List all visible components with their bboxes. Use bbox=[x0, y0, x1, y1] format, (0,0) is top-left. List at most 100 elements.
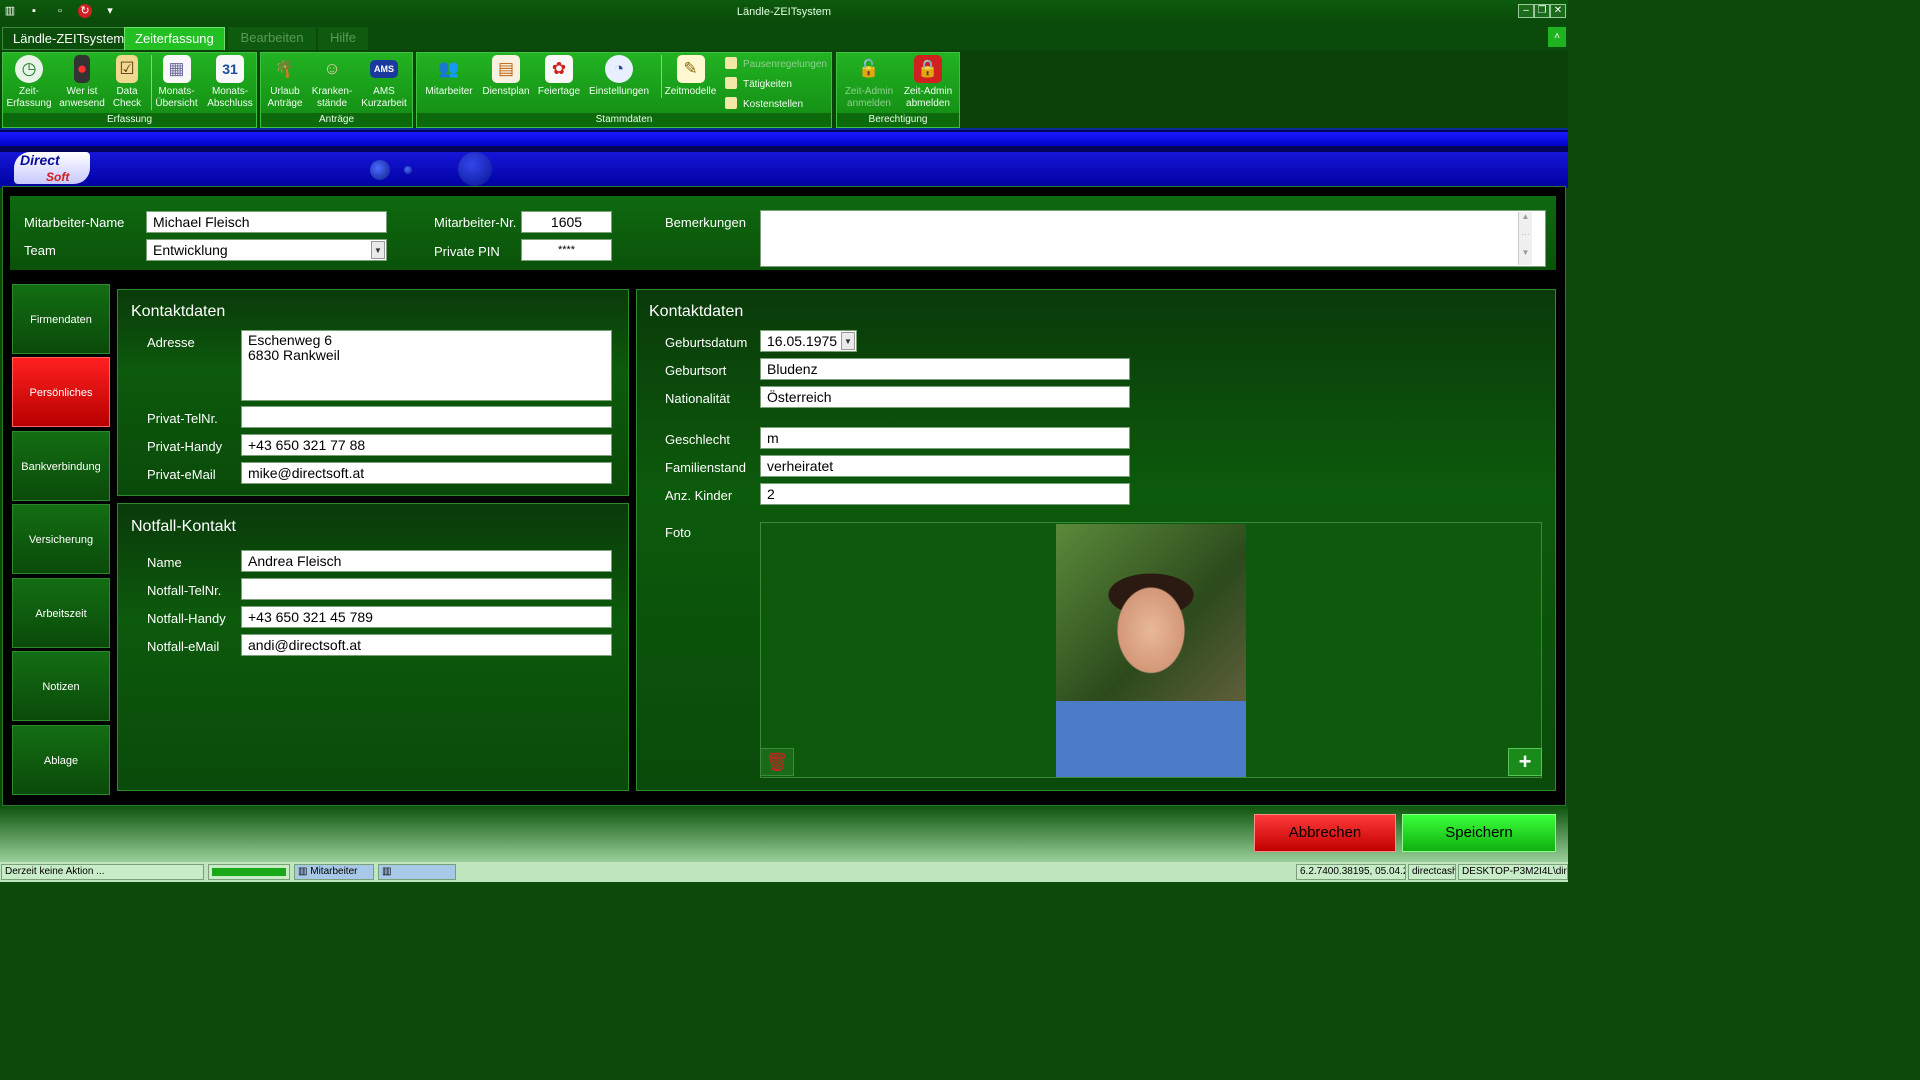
status-db: directcash bbox=[1408, 864, 1456, 880]
mitarbeiter-label: Mitarbeiter bbox=[425, 86, 473, 97]
dienstplan-button[interactable]: ▤ Dienstplan bbox=[479, 55, 533, 98]
urlaub-antraege-label-2: Anträge bbox=[267, 98, 303, 109]
nav-ablage[interactable]: Ablage bbox=[12, 725, 110, 795]
remarks-scrollbar[interactable]: ▲ ··· ▼ bbox=[1518, 212, 1532, 265]
children-count-input[interactable]: 2 bbox=[760, 483, 1130, 505]
ribbon: ◷ Zeit- Erfassung ● Wer ist anwesend ☑ D… bbox=[0, 50, 1568, 128]
chevron-down-icon[interactable]: ▼ bbox=[371, 241, 385, 259]
zeit-erfassung-button[interactable]: ◷ Zeit- Erfassung bbox=[5, 55, 53, 110]
taetigkeiten-label: Tätigkeiten bbox=[743, 79, 792, 90]
title-bar: ▥ ▪ ▫ ↻ ▾ Ländle-ZEITsystem – ❐ ✕ bbox=[0, 0, 1568, 24]
address-textarea[interactable]: Eschenweg 6 6830 Rankweil bbox=[241, 330, 612, 401]
zeitmodelle-button[interactable]: ✎ Zeitmodelle bbox=[661, 55, 719, 98]
nav-versicherung[interactable]: Versicherung bbox=[12, 504, 110, 574]
banner-bubble bbox=[458, 152, 492, 186]
remarks-textarea[interactable] bbox=[760, 210, 1546, 267]
ams-kurzarbeit-button[interactable]: AMS AMS Kurzarbeit bbox=[359, 55, 409, 110]
address-line-1: Eschenweg 6 bbox=[248, 332, 333, 348]
group-stammdaten-label: Stammdaten bbox=[417, 113, 831, 127]
nav-persoenliches[interactable]: Persönliches bbox=[12, 357, 110, 427]
private-email-input[interactable]: mike@directsoft.at bbox=[241, 462, 612, 484]
zeit-admin-anmelden-button[interactable]: 🔓 Zeit-Admin anmelden bbox=[841, 55, 897, 110]
birthplace-input[interactable]: Bludenz bbox=[760, 358, 1130, 380]
zeit-admin-abmelden-button[interactable]: 🔒 Zeit-Admin abmelden bbox=[899, 55, 957, 110]
nav-notizen[interactable]: Notizen bbox=[12, 651, 110, 721]
ams-icon: AMS bbox=[370, 60, 398, 78]
monats-abschluss-label-1: Monats- bbox=[211, 86, 249, 97]
contact-panel-title: Kontaktdaten bbox=[131, 303, 226, 320]
birthdate-value: 16.05.1975 bbox=[767, 333, 838, 349]
employee-nr-input[interactable]: 1605 bbox=[521, 211, 612, 233]
ribbon-collapse-button[interactable]: ˄ bbox=[1548, 27, 1566, 47]
pausenregelungen-button[interactable]: Pausenregelungen bbox=[725, 57, 827, 72]
wer-ist-anwesend-label-2: anwesend bbox=[59, 98, 105, 109]
einstellungen-label: Einstellungen bbox=[588, 86, 650, 97]
plus-icon: + bbox=[1518, 749, 1532, 774]
tab-bearbeiten[interactable]: Bearbeiten bbox=[228, 27, 316, 50]
chevron-down-icon[interactable]: ▼ bbox=[841, 332, 855, 350]
krankenstaende-label-1: Kranken- bbox=[311, 86, 353, 97]
urlaub-antraege-button[interactable]: 🌴 Urlaub Anträge bbox=[263, 55, 307, 110]
tab-zeiterfassung[interactable]: Zeiterfassung bbox=[124, 27, 225, 50]
birthdate-picker[interactable]: 16.05.1975 ▼ bbox=[760, 330, 857, 352]
emergency-mobile-input[interactable]: +43 650 321 45 789 bbox=[241, 606, 612, 628]
save-button[interactable]: Speichern bbox=[1402, 814, 1556, 852]
data-check-button[interactable]: ☑ Data Check bbox=[109, 55, 145, 110]
tab-hilfe[interactable]: Hilfe bbox=[318, 27, 368, 50]
krankenstaende-button[interactable]: ☺ Kranken- stände bbox=[309, 55, 355, 110]
private-tel-label: Privat-TelNr. bbox=[147, 411, 218, 426]
monats-abschluss-button[interactable]: 31 Monats- Abschluss bbox=[205, 55, 255, 110]
emergency-tel-label: Notfall-TelNr. bbox=[147, 583, 222, 598]
notepad-icon: ✎ bbox=[676, 55, 705, 83]
people-icon: 👥 bbox=[438, 59, 460, 78]
group-stammdaten: 👥 Mitarbeiter ▤ Dienstplan ✿ Feiertage ◔… bbox=[416, 52, 832, 128]
dienstplan-label: Dienstplan bbox=[482, 86, 530, 97]
banner-bubble bbox=[404, 166, 412, 174]
nationality-input[interactable]: Österreich bbox=[760, 386, 1130, 408]
wer-ist-anwesend-button[interactable]: ● Wer ist anwesend bbox=[57, 55, 107, 110]
emergency-panel-title: Notfall-Kontakt bbox=[131, 518, 236, 535]
tab-app-menu[interactable]: Ländle-ZEITsystem bbox=[2, 27, 136, 50]
private-pin-input[interactable]: **** bbox=[521, 239, 612, 261]
minimize-button[interactable]: – bbox=[1518, 4, 1534, 18]
team-label: Team bbox=[24, 243, 56, 258]
nav-bankverbindung[interactable]: Bankverbindung bbox=[12, 431, 110, 501]
ams-kurzarbeit-label-2: Kurzarbeit bbox=[361, 98, 407, 109]
emergency-mobile-label: Notfall-Handy bbox=[147, 611, 226, 626]
gender-input[interactable]: m bbox=[760, 427, 1130, 449]
team-select[interactable]: Entwicklung ▼ bbox=[146, 239, 387, 261]
private-mobile-input[interactable]: +43 650 321 77 88 bbox=[241, 434, 612, 456]
employee-photo[interactable] bbox=[1056, 524, 1246, 777]
ribbon-tabs: Ländle-ZEITsystem Zeiterfassung Bearbeit… bbox=[0, 24, 1568, 50]
employee-name-input[interactable]: Michael Fleisch bbox=[146, 211, 387, 233]
emergency-tel-input[interactable] bbox=[241, 578, 612, 600]
pausenregelungen-label: Pausenregelungen bbox=[743, 59, 827, 70]
nav-arbeitszeit[interactable]: Arbeitszeit bbox=[12, 578, 110, 648]
monats-uebersicht-button[interactable]: ▦ Monats- Übersicht bbox=[151, 55, 201, 110]
private-tel-input[interactable] bbox=[241, 406, 612, 428]
monats-uebersicht-label-2: Übersicht bbox=[155, 98, 198, 109]
taetigkeiten-button[interactable]: Tätigkeiten bbox=[725, 77, 792, 92]
delete-photo-button[interactable]: 🗑 bbox=[760, 748, 794, 776]
nav-firmendaten[interactable]: Firmendaten bbox=[12, 284, 110, 354]
ams-kurzarbeit-label-1: AMS bbox=[373, 86, 395, 97]
feiertage-button[interactable]: ✿ Feiertage bbox=[535, 55, 583, 98]
restore-button[interactable]: ❐ bbox=[1534, 4, 1550, 18]
mitarbeiter-button[interactable]: 👥 Mitarbeiter bbox=[421, 55, 477, 98]
nationality-label: Nationalität bbox=[665, 391, 731, 406]
marital-status-input[interactable]: verheiratet bbox=[760, 455, 1130, 477]
einstellungen-button[interactable]: ◔ Einstellungen bbox=[585, 55, 653, 98]
urlaub-antraege-label-1: Urlaub bbox=[270, 86, 300, 97]
close-button[interactable]: ✕ bbox=[1550, 4, 1566, 18]
add-photo-button[interactable]: + bbox=[1508, 748, 1542, 776]
clock-icon: ◷ bbox=[15, 55, 43, 83]
emergency-email-input[interactable]: andi@directsoft.at bbox=[241, 634, 612, 656]
zeit-admin-anmelden-label-2: anmelden bbox=[847, 98, 891, 109]
status-message: Derzeit keine Aktion ... bbox=[1, 864, 204, 880]
banner bbox=[0, 128, 1568, 188]
status-task: ▥ Mitarbeiter bbox=[294, 864, 374, 880]
doctor-icon: ☺ bbox=[323, 59, 341, 78]
kostenstellen-button[interactable]: Kostenstellen bbox=[725, 97, 803, 112]
cancel-button[interactable]: Abbrechen bbox=[1254, 814, 1396, 852]
emergency-name-input[interactable]: Andrea Fleisch bbox=[241, 550, 612, 572]
